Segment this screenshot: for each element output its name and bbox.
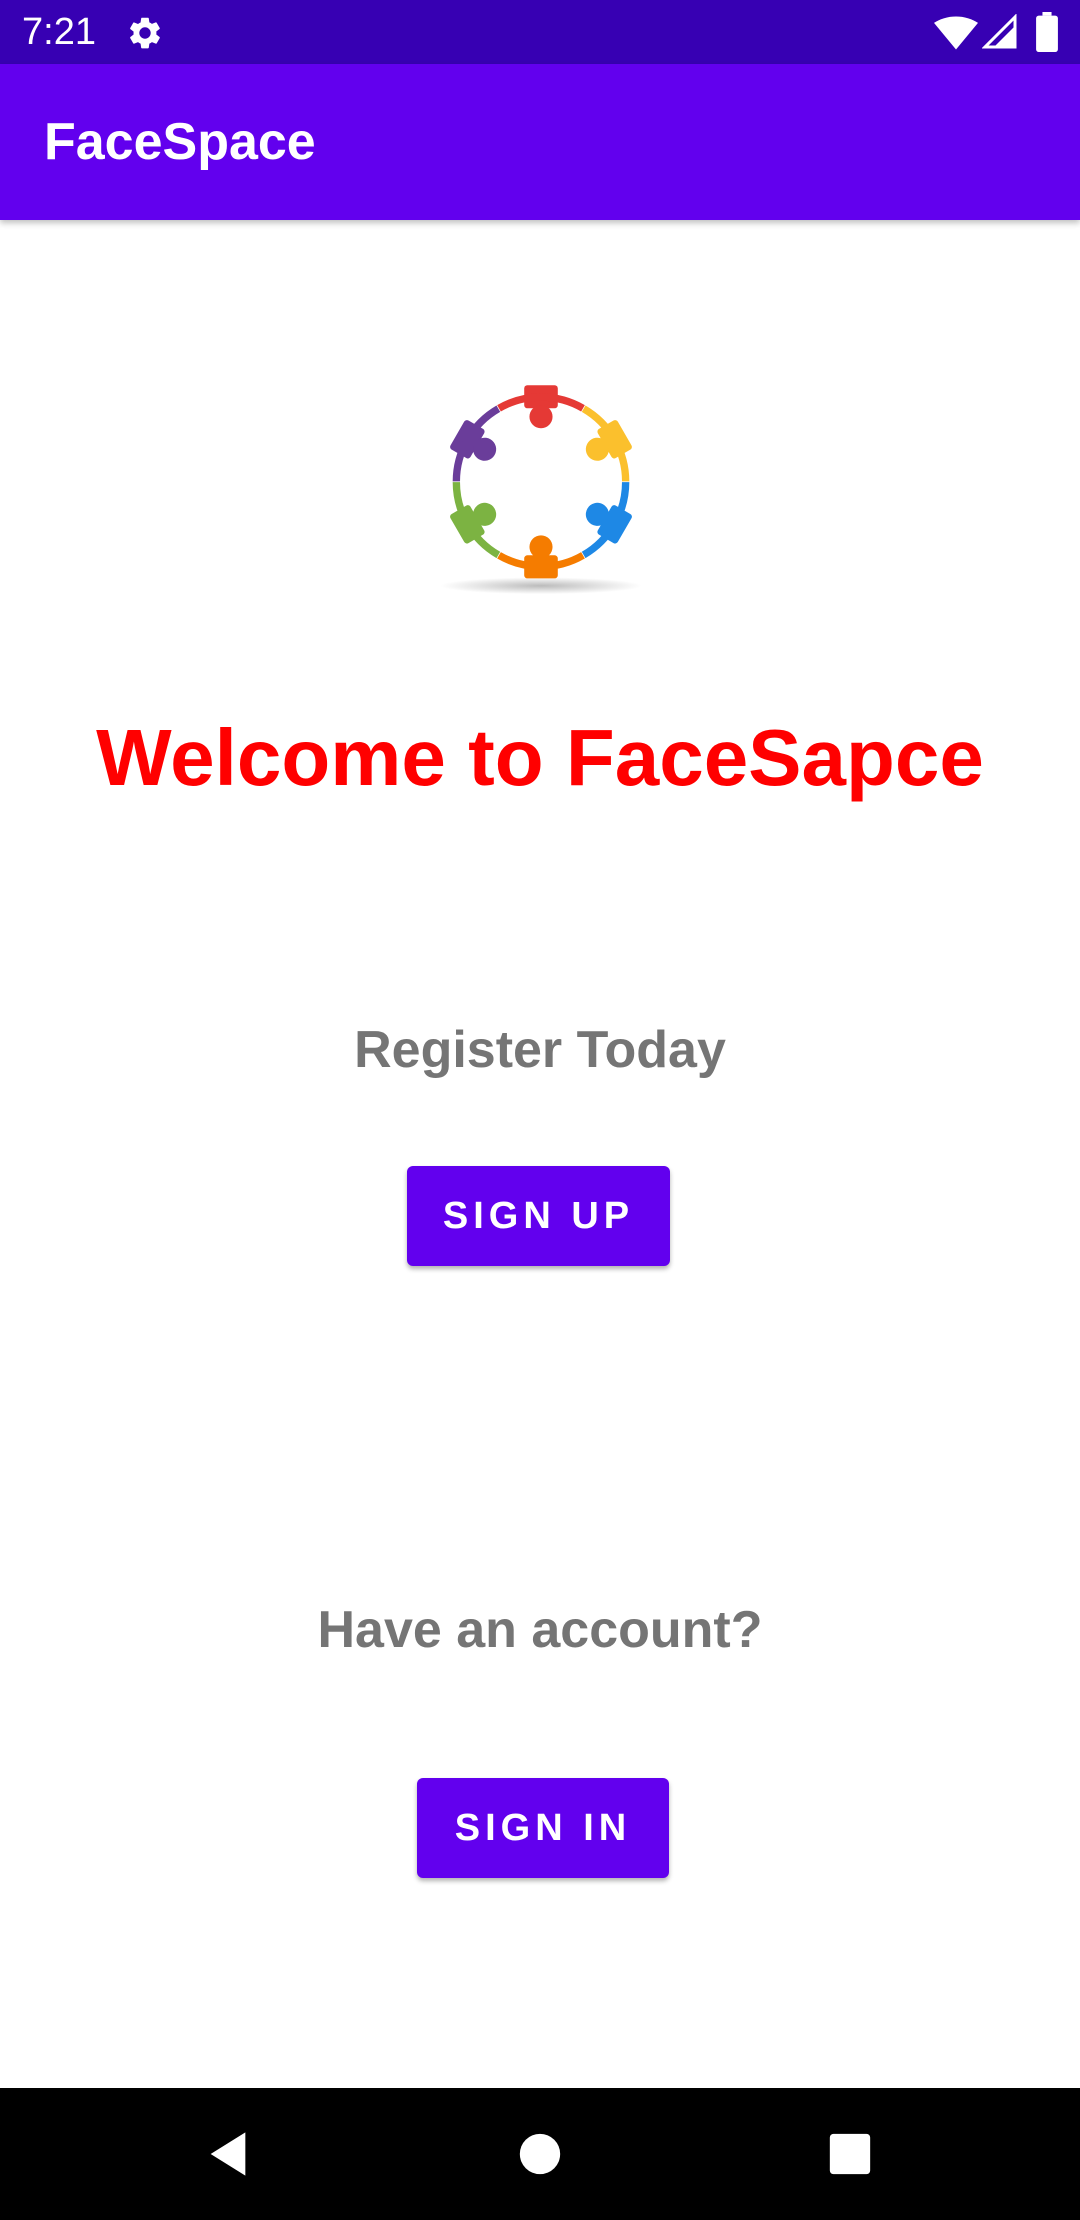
gear-icon [130, 17, 160, 49]
battery-icon [1036, 12, 1058, 52]
app-bar: FaceSpace [0, 64, 1080, 220]
navigation-bar [0, 2088, 1080, 2220]
sign-in-button[interactable]: SIGN IN [417, 1778, 669, 1878]
register-today-label: Register Today [354, 1021, 726, 1079]
wifi-icon [934, 16, 978, 50]
status-bar: 7:21 [0, 0, 1080, 64]
have-account-label: Have an account? [317, 1601, 763, 1659]
back-icon[interactable] [202, 2128, 254, 2180]
welcome-heading: Welcome to FaceSapce [96, 713, 984, 802]
home-icon[interactable] [518, 2132, 562, 2176]
sign-up-button[interactable]: SIGN UP [407, 1166, 670, 1266]
community-circle-logo [440, 385, 642, 595]
app-title: FaceSpace [44, 113, 316, 171]
signal-icon [982, 14, 1017, 49]
status-time: 7:21 [22, 11, 96, 53]
recents-icon[interactable] [828, 2132, 872, 2176]
